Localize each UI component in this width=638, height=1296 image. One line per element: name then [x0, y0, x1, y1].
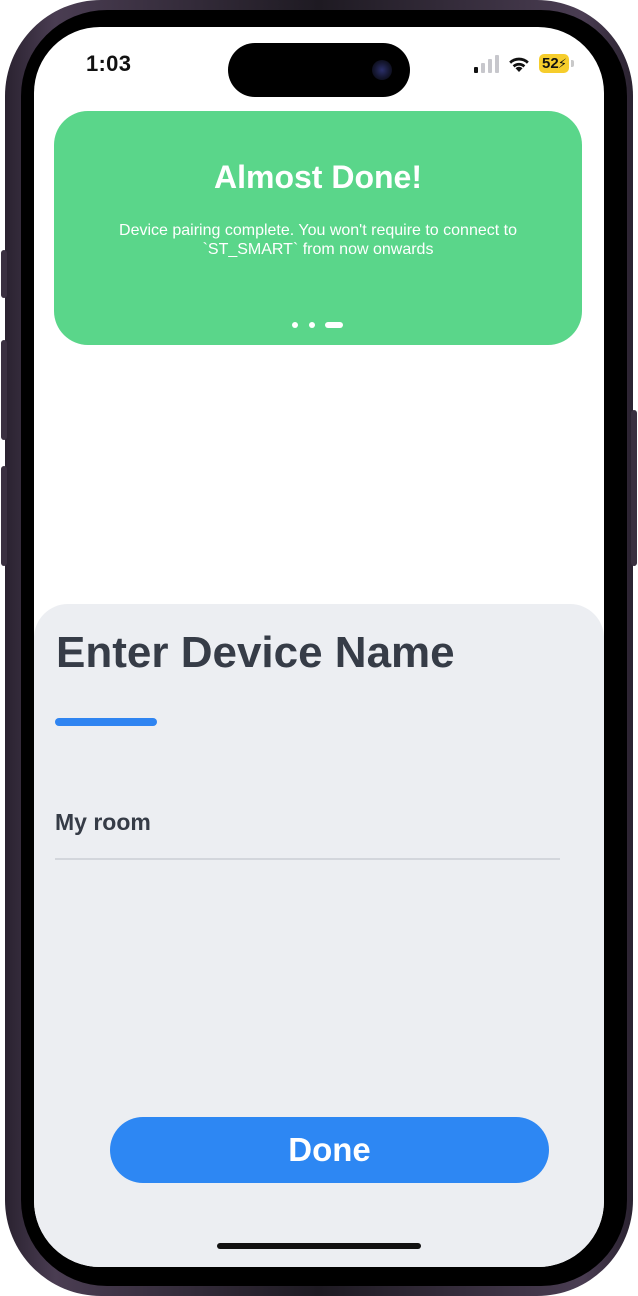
wifi-icon — [509, 57, 529, 72]
device-name-input[interactable] — [55, 802, 560, 842]
screen: 1:03 52 ⚡ Almost Done! Device pairing co… — [34, 27, 604, 1267]
volume-down-button — [1, 466, 7, 566]
onboarding-banner[interactable]: Almost Done! Device pairing complete. Yo… — [54, 111, 582, 345]
banner-title: Almost Done! — [214, 159, 422, 195]
power-button — [631, 410, 637, 566]
title-accent-bar — [55, 718, 157, 726]
signal-icon — [474, 55, 500, 73]
page-dot-1[interactable] — [292, 322, 298, 328]
banner-message: Device pairing complete. You won't requi… — [119, 222, 517, 258]
page-dot-3-active[interactable] — [325, 322, 343, 328]
charging-bolt-icon: ⚡ — [557, 56, 567, 71]
action-button — [1, 250, 7, 298]
done-button[interactable]: Done — [110, 1117, 549, 1183]
status-time: 1:03 — [86, 51, 132, 76]
battery-icon: 52 ⚡ — [539, 54, 569, 73]
home-indicator[interactable] — [217, 1243, 421, 1249]
page-indicator[interactable] — [54, 322, 582, 330]
front-camera — [372, 60, 392, 80]
battery-tip — [571, 60, 574, 67]
status-bar: 1:03 52 ⚡ — [34, 27, 604, 107]
volume-up-button — [1, 340, 7, 440]
device-name-sheet: Enter Device Name Done — [34, 604, 604, 1267]
dynamic-island — [228, 43, 410, 97]
battery-level: 52 — [542, 55, 559, 72]
sheet-title: Enter Device Name — [56, 628, 455, 677]
page-dot-2[interactable] — [309, 322, 315, 328]
input-underline — [55, 858, 560, 860]
